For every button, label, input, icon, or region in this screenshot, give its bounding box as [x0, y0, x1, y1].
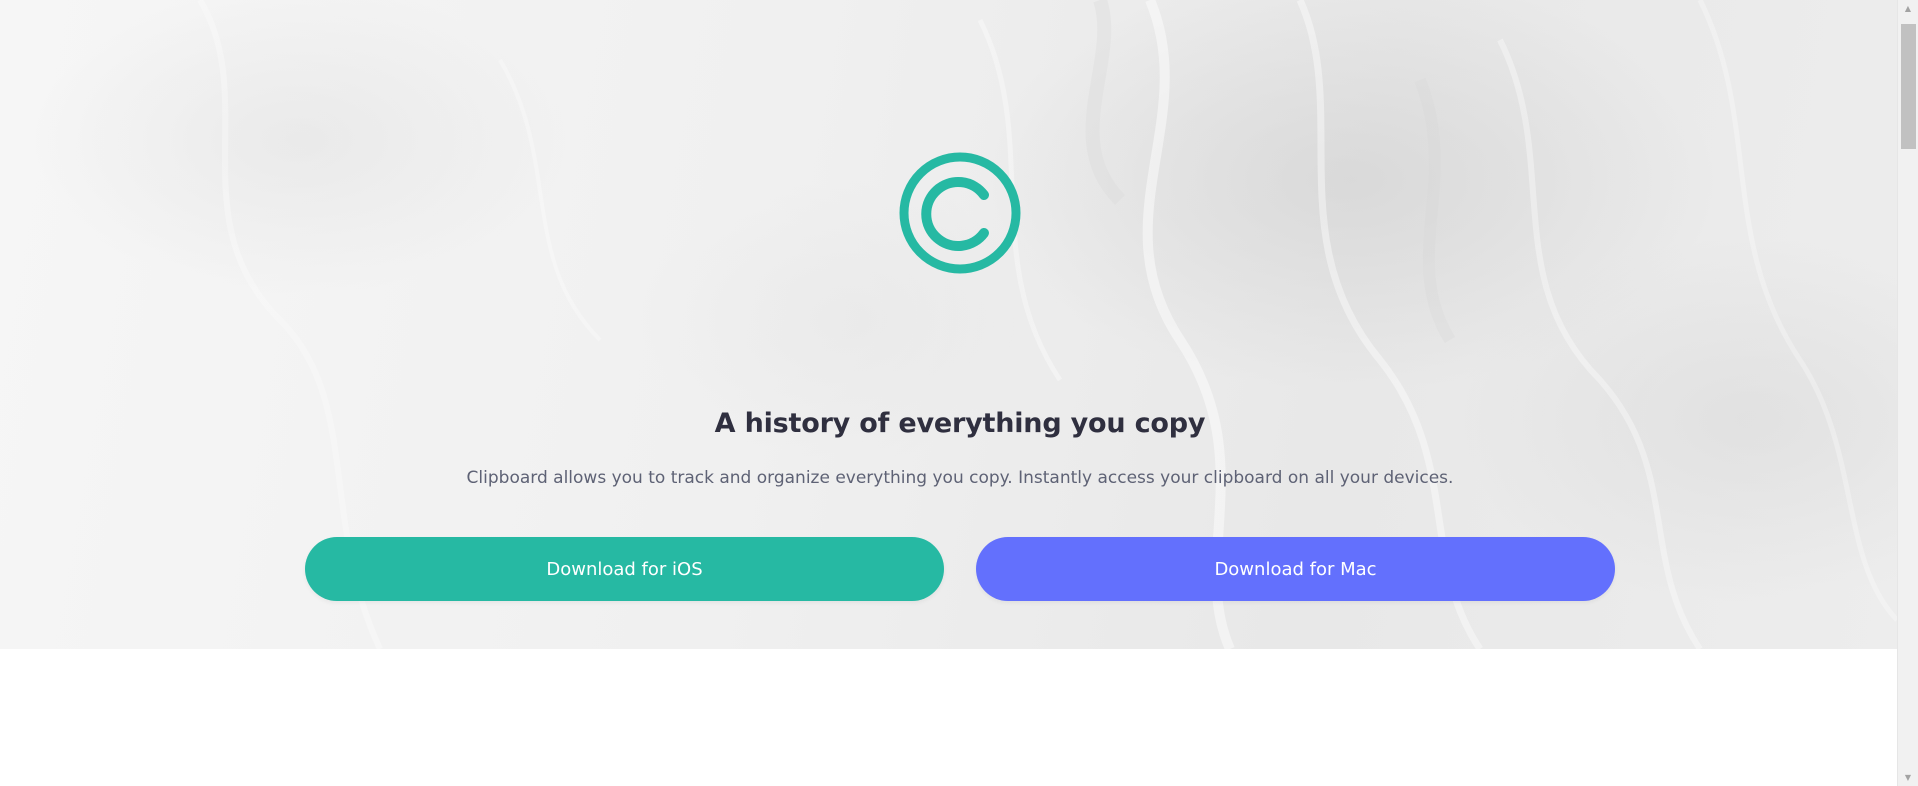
download-ios-button[interactable]: Download for iOS [305, 537, 944, 601]
hero-section: A history of everything you copy Clipboa… [0, 0, 1897, 649]
page-title: A history of everything you copy [714, 408, 1206, 439]
marble-background [197, 0, 1897, 649]
download-mac-button[interactable]: Download for Mac [976, 537, 1615, 601]
page: A history of everything you copy Clipboa… [0, 0, 1918, 786]
scroll-up-arrow-icon[interactable]: ▲ [1898, 0, 1918, 17]
vertical-scrollbar[interactable]: ▲ ▼ [1897, 0, 1918, 786]
hero-description: Clipboard allows you to track and organi… [466, 468, 1454, 488]
scroll-down-arrow-icon[interactable]: ▼ [1898, 769, 1918, 786]
scrollbar-thumb[interactable] [1901, 24, 1916, 149]
clipboard-c-logo-icon [899, 152, 1021, 274]
